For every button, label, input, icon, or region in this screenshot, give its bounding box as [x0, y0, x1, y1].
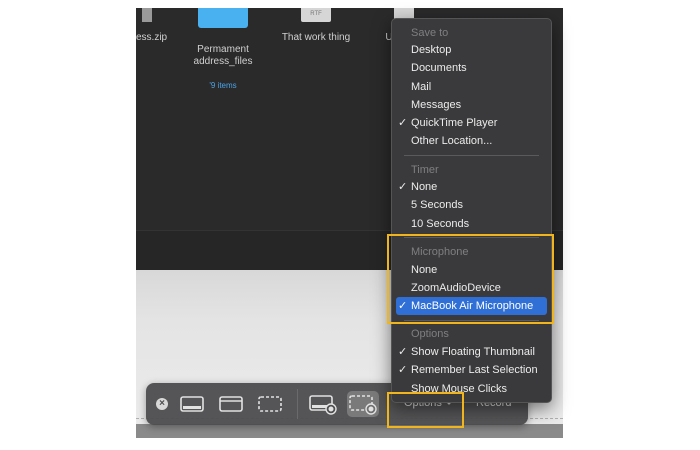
menu-item-show-floating-thumbnail[interactable]: ✓ Show Floating Thumbnail: [396, 343, 547, 361]
menu-heading-options: Options: [411, 328, 449, 340]
toolbar-divider: [297, 389, 298, 419]
menu-item-desktop[interactable]: Desktop: [396, 41, 547, 59]
microphone-highlight-box: [387, 234, 554, 324]
file-item-folder[interactable]: Permament address_files '9 items: [176, 32, 270, 104]
file-item-zip[interactable]: ess.zip: [136, 32, 176, 44]
menu-item-other-location[interactable]: Other Location...: [396, 132, 547, 150]
menu-item-5-seconds[interactable]: 5 Seconds: [396, 196, 547, 214]
record-entire-screen-icon[interactable]: [307, 391, 339, 417]
capture-window-icon[interactable]: [215, 391, 247, 417]
menu-item-timer-none[interactable]: ✓ None: [396, 178, 547, 196]
file-name: That work thing: [281, 32, 351, 43]
folder-icon: [198, 8, 248, 28]
options-highlight-box: [387, 392, 464, 428]
menu-separator: [404, 155, 539, 156]
capture-selection-icon[interactable]: [254, 391, 286, 417]
menu-item-10-seconds[interactable]: 10 Seconds: [396, 215, 547, 233]
check-icon: ✓: [398, 346, 408, 358]
record-selection-icon[interactable]: [347, 391, 379, 417]
capture-entire-screen-icon[interactable]: [176, 391, 208, 417]
check-icon: ✓: [398, 181, 408, 193]
menu-heading-save-to: Save to: [411, 27, 449, 39]
file-item-document[interactable]: That work thing: [266, 32, 366, 44]
menu-heading-timer: Timer: [411, 164, 439, 176]
menu-item-quicktime-player[interactable]: ✓ QuickTime Player: [396, 114, 547, 132]
check-icon: ✓: [398, 117, 408, 129]
file-subtitle: '9 items: [209, 81, 237, 90]
file-name: ess.zip: [136, 32, 168, 43]
menu-item-remember-last-selection[interactable]: ✓ Remember Last Selection: [396, 361, 547, 379]
document-icon: RTF: [301, 8, 331, 22]
menu-item-documents[interactable]: Documents: [396, 59, 547, 77]
menu-item-mail[interactable]: Mail: [396, 78, 547, 96]
close-icon[interactable]: ×: [156, 398, 168, 410]
zip-file-icon: [142, 8, 152, 22]
check-icon: ✓: [398, 364, 408, 376]
menu-item-messages[interactable]: Messages: [396, 96, 547, 114]
file-name: Permament address_files: [193, 44, 253, 67]
options-menu: Save to Desktop Documents Mail Messages …: [391, 18, 552, 403]
desktop-strip: [136, 424, 563, 438]
